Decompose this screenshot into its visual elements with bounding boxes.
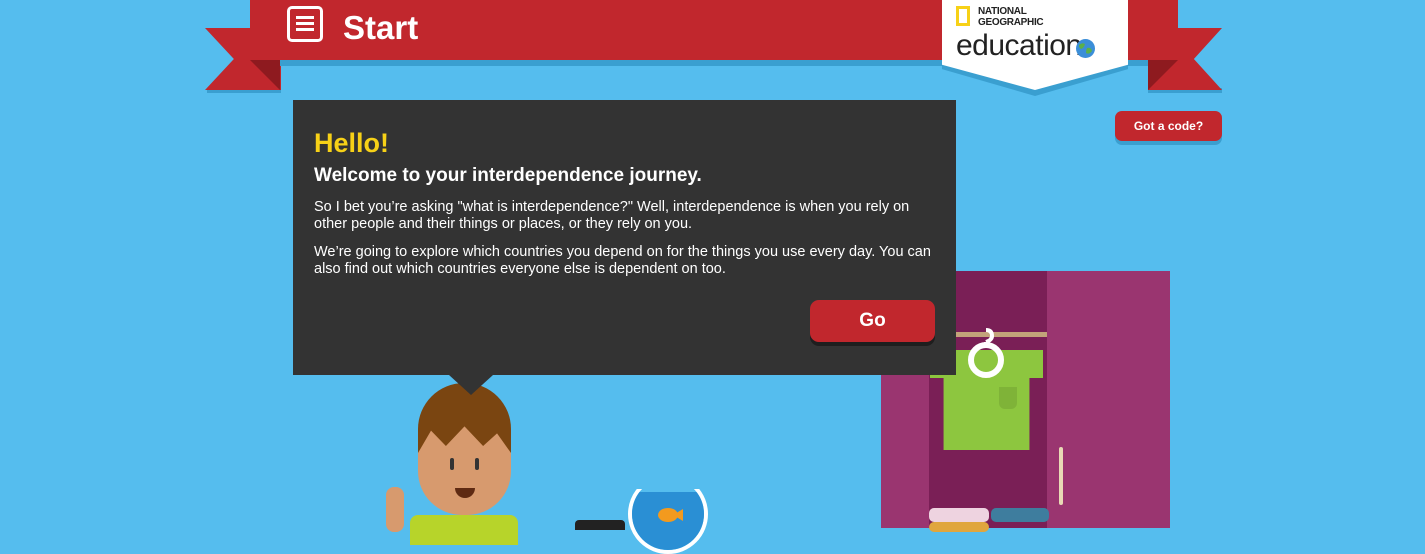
go-button[interactable]: Go — [810, 300, 935, 342]
product-name: education — [956, 29, 1082, 62]
character-eye — [475, 458, 479, 470]
menu-icon[interactable] — [287, 6, 323, 42]
yellow-border-logo-icon — [956, 6, 970, 26]
hanger-icon — [966, 326, 1006, 383]
welcome-dialog: Hello! Welcome to your interdependence j… — [293, 100, 956, 375]
fishbowl-water — [632, 492, 704, 550]
globe-icon — [1076, 39, 1095, 58]
folded-towel — [929, 508, 989, 522]
character-shirt — [410, 515, 518, 545]
wardrobe-door — [1047, 271, 1170, 528]
folded-towel — [929, 522, 989, 532]
device-icon — [575, 520, 625, 530]
folded-towel — [991, 508, 1049, 522]
dialog-heading: Welcome to your interdependence journey. — [314, 165, 702, 186]
wardrobe-side — [881, 372, 929, 528]
dialog-paragraph: We’re going to explore which countries y… — [314, 244, 931, 277]
shirt-pocket — [999, 387, 1017, 409]
brand-name: NATIONAL GEOGRAPHIC — [978, 6, 1044, 28]
fishbowl-opening — [620, 466, 716, 489]
wardrobe-handle — [1059, 447, 1063, 505]
dialog-greeting: Hello! — [314, 128, 390, 158]
dialog-paragraph: So I bet you’re asking "what is interdep… — [314, 199, 910, 232]
character-hand — [386, 487, 404, 532]
character-eye — [450, 458, 454, 470]
page-title: Start — [343, 9, 419, 46]
got-a-code-button[interactable]: Got a code? — [1115, 111, 1222, 141]
